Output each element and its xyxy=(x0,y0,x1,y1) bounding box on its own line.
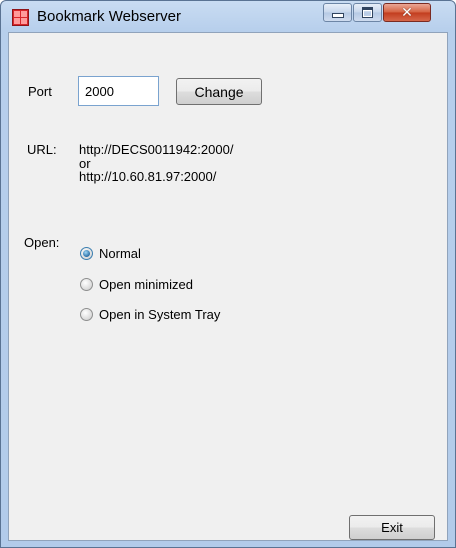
port-input[interactable] xyxy=(78,76,159,106)
open-label: Open: xyxy=(24,235,60,250)
client-area: Port Change URL: http://DECS0011942:2000… xyxy=(8,32,448,541)
minimize-icon xyxy=(331,13,344,18)
app-logo-icon[interactable] xyxy=(12,9,29,26)
app-window: Bookmark Webserver ✕ Port Change URL: ht… xyxy=(0,0,456,548)
exit-button[interactable]: Exit xyxy=(349,515,435,540)
app-logo-cell xyxy=(14,11,20,17)
change-button[interactable]: Change xyxy=(176,78,262,105)
radio-system-tray-label: Open in System Tray xyxy=(99,306,221,322)
radio-unchecked-icon[interactable] xyxy=(80,277,93,291)
url-hostname: http://DECS0011942:2000/ xyxy=(79,142,234,157)
radio-normal-label: Normal xyxy=(99,245,141,261)
url-ip: http://10.60.81.97:2000/ xyxy=(79,169,217,184)
radio-checked-icon[interactable] xyxy=(80,246,93,260)
maximize-icon xyxy=(362,7,373,18)
radio-open-minimized[interactable]: Open minimized xyxy=(80,276,193,292)
maximize-button[interactable] xyxy=(353,3,382,22)
minimize-button[interactable] xyxy=(323,3,352,22)
close-button[interactable]: ✕ xyxy=(383,3,431,22)
title-bar[interactable]: Bookmark Webserver ✕ xyxy=(1,1,455,32)
app-logo-cell xyxy=(21,11,27,17)
radio-system-tray[interactable]: Open in System Tray xyxy=(80,306,220,322)
radio-unchecked-icon[interactable] xyxy=(80,307,93,321)
window-title: Bookmark Webserver xyxy=(37,8,181,25)
app-logo-cell xyxy=(21,18,27,24)
url-label: URL: xyxy=(27,142,57,157)
radio-open-minimized-label: Open minimized xyxy=(99,276,193,292)
close-icon: ✕ xyxy=(401,4,413,21)
app-logo-cell xyxy=(14,18,20,24)
port-label: Port xyxy=(28,84,52,99)
radio-normal[interactable]: Normal xyxy=(80,245,141,261)
